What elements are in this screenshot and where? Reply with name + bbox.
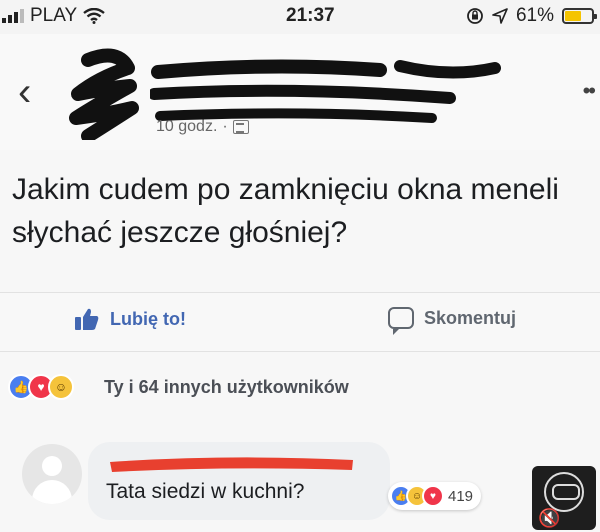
post-meta: 10 godz. · (156, 118, 249, 136)
redacted-commenter-name (110, 457, 353, 472)
love-reaction-icon: ♥ (422, 485, 444, 507)
comment-button[interactable]: Skomentuj (388, 307, 517, 335)
more-dots-icon[interactable]: •• (583, 78, 596, 104)
haha-reaction-icon: ☺ (48, 374, 74, 400)
reaction-icons: 👍 ♥ ☺ (8, 374, 74, 400)
comment-reaction-count: 419 (448, 487, 474, 505)
mute-icon[interactable]: 🔇 (538, 508, 560, 529)
thumbs-up-icon (75, 308, 99, 330)
status-bar: PLAY 21:37 61% (0, 0, 600, 34)
battery-percent: 61% (515, 5, 554, 26)
clock: 21:37 (286, 5, 335, 26)
reactions-summary-text: Ty i 64 innych użytkowników (104, 377, 349, 397)
redacted-avatar (69, 48, 139, 140)
astronaut-icon (544, 472, 584, 512)
status-right: 61% (466, 5, 597, 27)
location-arrow-icon (492, 8, 508, 24)
orientation-lock-icon (467, 8, 483, 24)
battery-icon (562, 8, 597, 24)
watermark-logo: 🔇 (532, 466, 596, 530)
wifi-icon (83, 8, 105, 24)
post-time: 10 godz. (156, 118, 218, 135)
post-header: ‹ •• 10 godz. · (0, 34, 600, 150)
redacted-author-name (150, 59, 501, 123)
comment-text: Tata siedzi w kuchni? (106, 480, 305, 503)
comment-bubble-icon (388, 307, 414, 335)
audience-icon[interactable] (232, 120, 249, 134)
reactions-summary[interactable]: 👍 ♥ ☺ Ty i 64 innych użytkowników (0, 352, 600, 424)
comment-label: Skomentuj (424, 307, 517, 328)
carrier-name: PLAY (30, 5, 78, 26)
carrier-group: PLAY (2, 5, 105, 27)
comment-avatar[interactable] (22, 444, 82, 504)
avatar-body (32, 480, 72, 504)
like-button[interactable]: Lubię to! (74, 307, 186, 331)
like-label: Lubię to! (110, 308, 186, 329)
avatar-head (42, 456, 62, 476)
chevron-left-icon[interactable]: ‹ (18, 72, 31, 112)
signal-bars-icon (2, 9, 24, 23)
meta-separator: · (222, 118, 228, 135)
post-text: Jakim cudem po zamknięciu okna meneli sł… (12, 173, 559, 249)
comment-reactions[interactable]: 👍 ☺ ♥ 419 (388, 482, 482, 510)
battery-fill (565, 11, 581, 21)
action-bar: Lubię to! Skomentuj (0, 292, 600, 352)
